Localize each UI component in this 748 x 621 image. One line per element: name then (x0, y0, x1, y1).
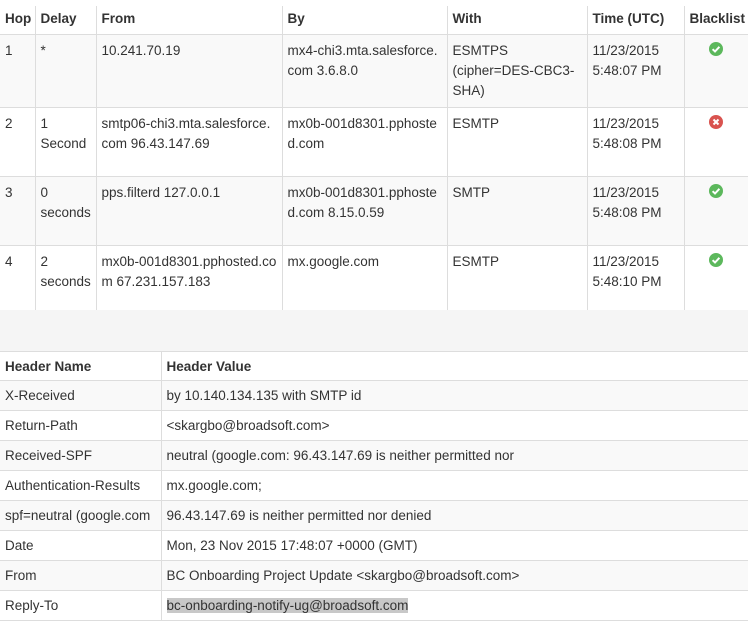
table-row: 1 * 10.241.70.19 mx4-chi3.mta.salesforce… (0, 33, 748, 108)
col-blacklist[interactable]: Blacklist (683, 6, 748, 35)
col-time[interactable]: Time (UTC) (586, 6, 685, 35)
delay-cell: 0 seconds (34, 175, 97, 246)
x-circle-icon[interactable] (709, 114, 724, 129)
with-cell: SMTP (446, 175, 588, 246)
hop-cell: 1 (0, 33, 36, 108)
hop-cell: 3 (0, 175, 36, 246)
header-value-cell: mx.google.com; (160, 470, 748, 501)
check-circle-icon[interactable] (709, 252, 724, 267)
table-row: X-Received by 10.140.134.135 with SMTP i… (0, 380, 748, 411)
table-row: spf=neutral (google.com 96.43.147.69 is … (0, 500, 748, 531)
table-row: 4 2 seconds mx0b-001d8301.pphosted.com 6… (0, 244, 748, 315)
from-cell: pps.filterd 127.0.0.1 (95, 175, 283, 246)
hop-cell: 4 (0, 244, 36, 315)
header-value-cell: BC Onboarding Project Update <skargbo@br… (160, 560, 748, 591)
table-row: Date Mon, 23 Nov 2015 17:48:07 +0000 (GM… (0, 530, 748, 561)
hop-cell: 2 (0, 106, 36, 177)
table-row: Return-Path <skargbo@broadsoft.com> (0, 410, 748, 441)
header-name-cell: Return-Path (0, 410, 161, 441)
from-cell: 10.241.70.19 (95, 33, 283, 108)
header-name-cell: Authentication-Results (0, 470, 161, 501)
table-row: From BC Onboarding Project Update <skarg… (0, 560, 748, 591)
blacklist-cell (683, 106, 748, 177)
col-hop[interactable]: Hop (0, 6, 36, 35)
col-header-value[interactable]: Header Value (160, 351, 748, 381)
with-cell: ESMTP (446, 106, 588, 177)
blacklist-cell (683, 244, 748, 315)
table-row: Received-SPF neutral (google.com: 96.43.… (0, 440, 748, 471)
from-cell: mx0b-001d8301.pphosted.com 67.231.157.18… (95, 244, 283, 315)
hops-table: Hop Delay From By With Time (UTC) Blackl… (0, 6, 748, 315)
check-circle-icon[interactable] (709, 183, 724, 198)
col-with[interactable]: With (446, 6, 588, 35)
col-delay[interactable]: Delay (34, 6, 97, 35)
check-circle-icon[interactable] (709, 41, 724, 56)
header-value-cell: neutral (google.com: 96.43.147.69 is nei… (160, 440, 748, 471)
col-from[interactable]: From (95, 6, 283, 35)
col-header-name[interactable]: Header Name (0, 351, 161, 381)
header-value-cell: <skargbo@broadsoft.com> (160, 410, 748, 441)
delay-cell: 2 seconds (34, 244, 97, 315)
with-cell: ESMTP (446, 244, 588, 315)
table-row: 3 0 seconds pps.filterd 127.0.0.1 mx0b-0… (0, 175, 748, 246)
blacklist-cell (683, 33, 748, 108)
section-spacer (0, 310, 748, 351)
table-row: Authentication-Results mx.google.com; (0, 470, 748, 501)
by-cell: mx.google.com (281, 244, 448, 315)
time-cell: 11/23/2015 5:48:07 PM (586, 33, 685, 108)
by-cell: mx0b-001d8301.pphosted.com 8.15.0.59 (281, 175, 448, 246)
delay-cell: 1 Second (34, 106, 97, 177)
time-cell: 11/23/2015 5:48:08 PM (586, 106, 685, 177)
header-value-cell: 96.43.147.69 is neither permitted nor de… (160, 500, 748, 531)
by-cell: mx0b-001d8301.pphosted.com (281, 106, 448, 177)
header-value-cell: Mon, 23 Nov 2015 17:48:07 +0000 (GMT) (160, 530, 748, 561)
time-cell: 11/23/2015 5:48:10 PM (586, 244, 685, 315)
time-cell: 11/23/2015 5:48:08 PM (586, 175, 685, 246)
header-value-cell: by 10.140.134.135 with SMTP id (160, 380, 748, 411)
selected-text[interactable]: bc-onboarding-notify-ug@broadsoft.com (166, 598, 409, 613)
with-cell: ESMTPS (cipher=DES-CBC3-SHA) (446, 33, 588, 108)
header-name-cell: Date (0, 530, 161, 561)
headers-table: Header Name Header Value X-Received by 1… (0, 351, 748, 621)
header-name-cell: Reply-To (0, 590, 161, 621)
delay-cell: * (34, 33, 97, 108)
header-name-cell: From (0, 560, 161, 591)
header-name-cell: Received-SPF (0, 440, 161, 471)
by-cell: mx4-chi3.mta.salesforce.com 3.6.8.0 (281, 33, 448, 108)
table-row: 2 1 Second smtp06-chi3.mta.salesforce.co… (0, 106, 748, 177)
header-name-cell: spf=neutral (google.com (0, 500, 161, 531)
header-name-cell: X-Received (0, 380, 161, 411)
col-by[interactable]: By (281, 6, 448, 35)
blacklist-cell (683, 175, 748, 246)
headers-header-row: Header Name Header Value (0, 351, 748, 381)
table-row: Reply-To bc-onboarding-notify-ug@broadso… (0, 590, 748, 621)
from-cell: smtp06-chi3.mta.salesforce.com 96.43.147… (95, 106, 283, 177)
hops-header-row: Hop Delay From By With Time (UTC) Blackl… (0, 6, 748, 35)
header-value-cell[interactable]: bc-onboarding-notify-ug@broadsoft.com (160, 590, 748, 621)
